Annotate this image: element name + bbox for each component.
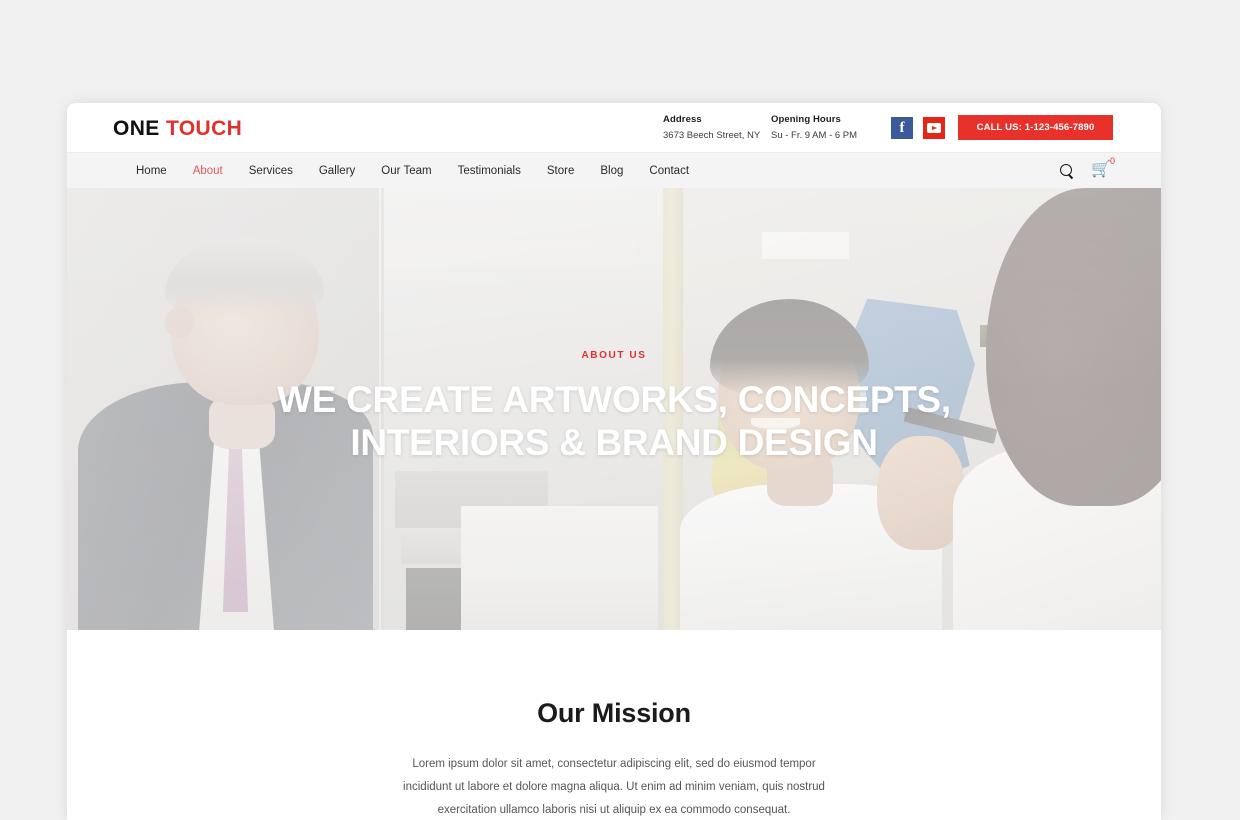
facebook-glyph: f — [899, 120, 905, 136]
nav-tools: 🛒 0 — [1060, 153, 1117, 189]
nav-item-services[interactable]: Services — [236, 165, 306, 177]
hero-content: ABOUT US WE CREATE ARTWORKS, CONCEPTS, I… — [67, 350, 1161, 465]
cart-button[interactable]: 🛒 0 — [1091, 156, 1117, 181]
hero-title-line-2: INTERIORS & BRAND DESIGN — [350, 421, 878, 463]
header-address-block: Address 3673 Beech Street, NY — [663, 114, 760, 143]
nav-item-testimonials[interactable]: Testimonials — [445, 165, 534, 177]
hero-banner: ABOUT US WE CREATE ARTWORKS, CONCEPTS, I… — [67, 188, 1161, 630]
mission-section: Our Mission Lorem ipsum dolor sit amet, … — [67, 630, 1161, 820]
nav-item-gallery[interactable]: Gallery — [306, 165, 368, 177]
logo-text-primary: ONE — [113, 117, 160, 140]
nav-item-about[interactable]: About — [180, 165, 236, 177]
nav-item-list: Home About Services Gallery Our Team Tes… — [123, 153, 702, 189]
call-us-button[interactable]: CALL US: 1-123-456-7890 — [958, 115, 1113, 140]
hero-title: WE CREATE ARTWORKS, CONCEPTS, INTERIORS … — [67, 379, 1161, 465]
site-logo[interactable]: ONE TOUCH — [113, 117, 242, 141]
nav-item-contact[interactable]: Contact — [636, 165, 702, 177]
address-label: Address — [663, 114, 702, 125]
logo-text-accent: TOUCH — [165, 117, 243, 140]
cart-count-badge: 0 — [1110, 156, 1116, 166]
nav-item-our-team[interactable]: Our Team — [368, 165, 444, 177]
mission-title: Our Mission — [537, 698, 691, 728]
site-header: ONE TOUCH Address 3673 Beech Street, NY … — [67, 103, 1161, 152]
facebook-icon[interactable]: f — [891, 117, 913, 139]
main-navigation: Home About Services Gallery Our Team Tes… — [67, 152, 1161, 188]
youtube-icon[interactable] — [923, 117, 945, 139]
hero-kicker: ABOUT US — [581, 350, 647, 361]
hours-value: Su - Fr. 9 AM - 6 PM — [771, 129, 858, 141]
search-icon[interactable] — [1060, 163, 1075, 179]
hours-label: Opening Hours — [771, 114, 841, 125]
shopping-cart-icon: 🛒 — [1091, 161, 1111, 178]
nav-item-home[interactable]: Home — [123, 165, 180, 177]
nav-item-store[interactable]: Store — [534, 165, 588, 177]
browser-canvas: ONE TOUCH Address 3673 Beech Street, NY … — [0, 0, 1240, 820]
nav-item-blog[interactable]: Blog — [587, 165, 636, 177]
hero-title-line-1: WE CREATE ARTWORKS, CONCEPTS, — [277, 379, 951, 420]
address-value: 3673 Beech Street, NY — [663, 129, 761, 141]
header-hours-block: Opening Hours Su - Fr. 9 AM - 6 PM — [771, 114, 857, 143]
youtube-play-glyph — [927, 123, 941, 133]
website-page: ONE TOUCH Address 3673 Beech Street, NY … — [67, 103, 1161, 820]
mission-paragraph: Lorem ipsum dolor sit amet, consectetur … — [403, 758, 825, 816]
